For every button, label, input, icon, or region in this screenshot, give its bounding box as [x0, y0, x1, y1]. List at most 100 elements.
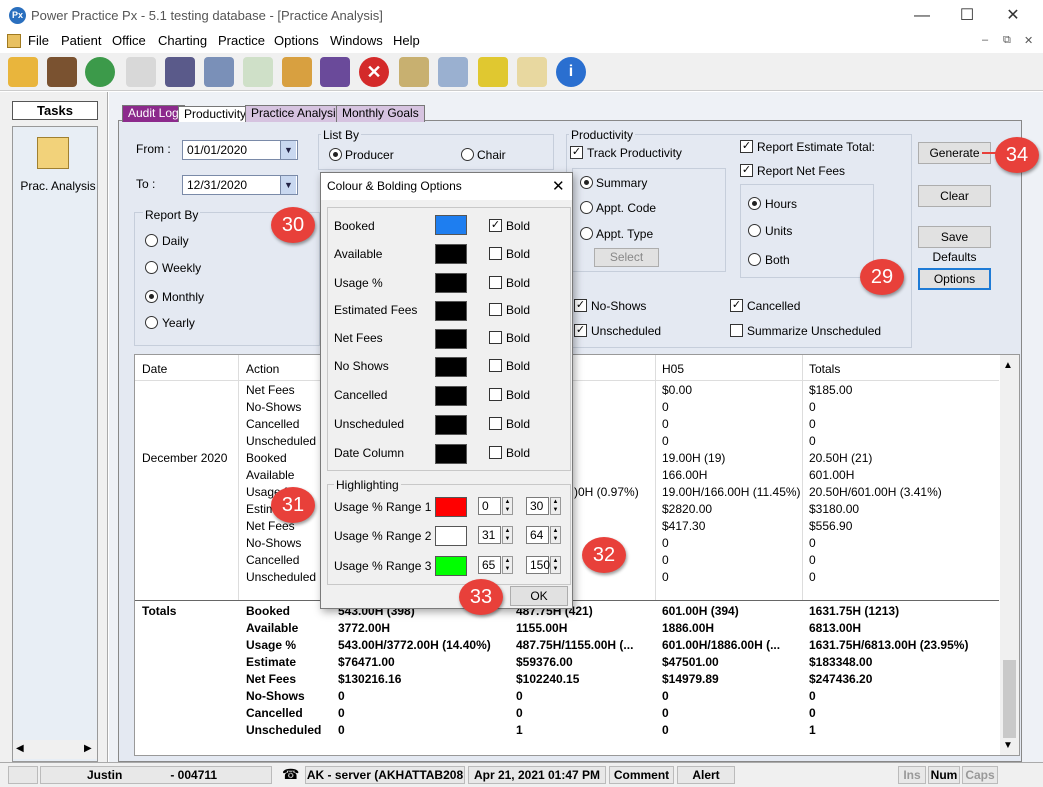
radio-daily[interactable]	[145, 234, 158, 247]
tab-practice-analysis[interactable]: Practice Analysis	[245, 105, 348, 122]
scrollbar-thumb[interactable]	[1003, 660, 1016, 738]
bottle-icon[interactable]	[438, 57, 468, 87]
box-icon[interactable]	[282, 57, 312, 87]
checklist-icon[interactable]	[243, 57, 273, 87]
date-column-color-swatch[interactable]	[435, 444, 467, 464]
radio-both[interactable]	[748, 253, 761, 266]
spinner-icon[interactable]: ▲ ▼	[550, 526, 561, 544]
cancelled-color-swatch[interactable]	[435, 386, 467, 406]
cancelled-checkbox[interactable]: ✓	[730, 299, 743, 312]
net-fees-bold-checkbox[interactable]	[489, 331, 502, 344]
notes-icon[interactable]	[478, 57, 508, 87]
range-2-max-input[interactable]: 64	[526, 526, 549, 544]
available-color-swatch[interactable]	[435, 244, 467, 264]
booked-bold-checkbox[interactable]: ✓	[489, 219, 502, 232]
menu-windows[interactable]: Windows	[330, 33, 383, 48]
radio-units[interactable]	[748, 224, 761, 237]
unscheduled-color-swatch[interactable]	[435, 415, 467, 435]
minimize-button[interactable]: —	[899, 0, 945, 31]
radio-appt-code[interactable]	[580, 201, 593, 214]
spinner-icon[interactable]: ▲ ▼	[502, 526, 513, 544]
edit-icon[interactable]	[126, 57, 156, 87]
maximize-button[interactable]: ☐	[944, 0, 990, 31]
no-shows-checkbox[interactable]: ✓	[574, 299, 587, 312]
stop-icon[interactable]: ✕	[359, 57, 389, 87]
net-fees-color-swatch[interactable]	[435, 329, 467, 349]
open-folder-icon[interactable]	[8, 57, 38, 87]
camera-icon[interactable]	[8, 766, 38, 784]
edi-icon[interactable]	[320, 57, 350, 87]
spinner-icon[interactable]: ▲ ▼	[550, 497, 561, 515]
available-bold-checkbox[interactable]	[489, 247, 502, 260]
report-estimate-total-checkbox[interactable]: ✓	[740, 140, 753, 153]
range-1-max-input[interactable]: 30	[526, 497, 549, 515]
alert-button[interactable]: Alert	[677, 766, 735, 784]
radio-chair[interactable]	[461, 148, 474, 161]
booked-color-swatch[interactable]	[435, 215, 467, 235]
money-icon[interactable]	[85, 57, 115, 87]
menu-options[interactable]: Options	[274, 33, 319, 48]
menu-charting[interactable]: Charting	[158, 33, 207, 48]
save-defaults-button[interactable]: Save Defaults	[918, 226, 991, 264]
select-button[interactable]: Select	[594, 248, 659, 267]
ok-button[interactable]: OK	[510, 586, 568, 606]
menu-file[interactable]: File	[28, 33, 49, 48]
no-shows-color-swatch[interactable]	[435, 357, 467, 377]
close-button[interactable]: ✕	[990, 0, 1036, 31]
scroll-left-icon[interactable]: ◀	[16, 743, 24, 754]
spinner-icon[interactable]: ▲ ▼	[550, 556, 561, 574]
tab-audit-log[interactable]: Audit Log	[122, 105, 185, 122]
pencil-icon[interactable]	[517, 57, 547, 87]
scroll-up-icon[interactable]: ▲	[1003, 360, 1013, 371]
unscheduled-checkbox[interactable]: ✓	[574, 324, 587, 337]
book-icon[interactable]	[165, 57, 195, 87]
report-net-fees-checkbox[interactable]: ✓	[740, 164, 753, 177]
range-2-color-swatch[interactable]	[435, 526, 467, 546]
task-item-prac-analysis[interactable]: Prac. Analysis	[20, 179, 96, 193]
tab-monthly-goals[interactable]: Monthly Goals	[336, 105, 425, 122]
options-button[interactable]: Options	[918, 268, 991, 290]
spinner-icon[interactable]: ▲ ▼	[502, 497, 513, 515]
radio-hours[interactable]	[748, 197, 761, 210]
folder-doc-icon[interactable]	[399, 57, 429, 87]
range-3-min-input[interactable]: 65	[478, 556, 501, 574]
calendar-icon[interactable]	[204, 57, 234, 87]
radio-weekly[interactable]	[145, 261, 158, 274]
menu-office[interactable]: Office	[112, 33, 146, 48]
range-2-min-input[interactable]: 31	[478, 526, 501, 544]
range-1-min-input[interactable]: 0	[478, 497, 501, 515]
scroll-down-icon[interactable]: ▼	[1003, 740, 1013, 751]
info-icon[interactable]: i	[556, 57, 586, 87]
no-shows-bold-checkbox[interactable]	[489, 359, 502, 372]
patients-icon[interactable]	[47, 57, 77, 87]
menu-practice[interactable]: Practice	[218, 33, 265, 48]
date-column-bold-checkbox[interactable]	[489, 446, 502, 459]
radio-appt-type[interactable]	[580, 227, 593, 240]
comment-button[interactable]: Comment	[609, 766, 674, 784]
cancelled-bold-checkbox[interactable]	[489, 388, 502, 401]
scroll-right-icon[interactable]: ▶	[84, 743, 92, 754]
unscheduled-bold-checkbox[interactable]	[489, 417, 502, 430]
estimated-fees-bold-checkbox[interactable]	[489, 303, 502, 316]
dialog-close-icon[interactable]: ✕	[552, 177, 565, 195]
usage-color-swatch[interactable]	[435, 273, 467, 293]
usage-bold-checkbox[interactable]	[489, 276, 502, 289]
radio-summary[interactable]	[580, 176, 593, 189]
spinner-icon[interactable]: ▲ ▼	[502, 556, 513, 574]
range-3-color-swatch[interactable]	[435, 556, 467, 576]
mdi-close-button[interactable]: ✕	[1024, 34, 1033, 47]
mdi-restore-button[interactable]: ⧉	[1003, 34, 1011, 47]
radio-yearly[interactable]	[145, 316, 158, 329]
radio-monthly[interactable]	[145, 290, 158, 303]
chevron-down-icon[interactable]: ▼	[280, 176, 296, 194]
summarize-unscheduled-checkbox[interactable]	[730, 324, 743, 337]
tab-productivity[interactable]: Productivity	[178, 106, 253, 122]
range-3-max-input[interactable]: 150	[526, 556, 550, 574]
generate-button[interactable]: Generate	[918, 142, 991, 164]
menu-help[interactable]: Help	[393, 33, 420, 48]
radio-producer[interactable]	[329, 148, 342, 161]
chevron-down-icon[interactable]: ▼	[280, 141, 296, 159]
practice-analysis-icon[interactable]	[37, 137, 69, 169]
menu-patient[interactable]: Patient	[61, 33, 101, 48]
estimated-fees-color-swatch[interactable]	[435, 301, 467, 321]
